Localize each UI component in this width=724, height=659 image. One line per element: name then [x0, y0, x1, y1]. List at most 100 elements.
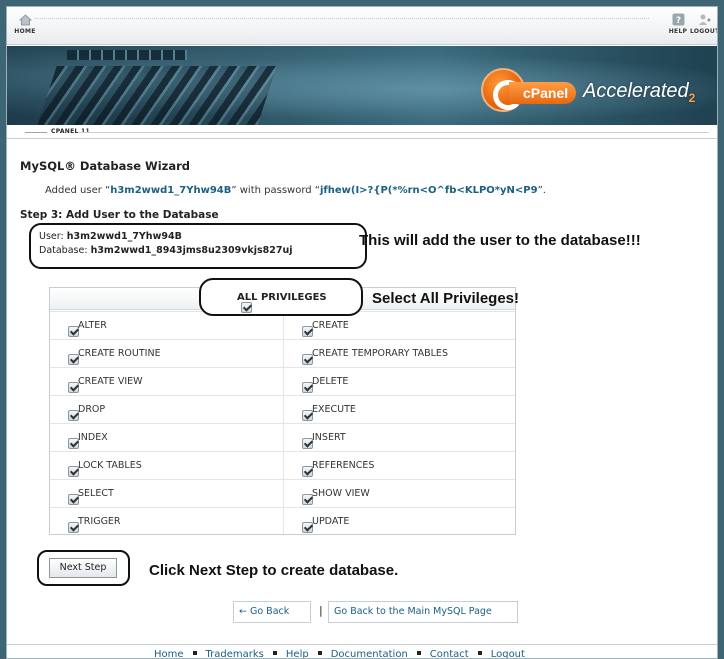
- footer-separator: [416, 651, 421, 655]
- database-label: Database:: [39, 245, 88, 256]
- main-mysql-page-link[interactable]: Go Back to the Main MySQL Page: [328, 601, 518, 623]
- footer-separator: [192, 651, 197, 655]
- annotation-add-user: This will add the user to the database!!…: [359, 232, 641, 249]
- privilege-cell[interactable]: CREATE VIEW: [50, 368, 282, 396]
- footer-link[interactable]: Contact: [430, 649, 469, 658]
- privilege-row: CREATE ROUTINE CREATE TEMPORARY TABLES: [50, 339, 515, 368]
- help-button[interactable]: ? HELP: [667, 13, 689, 35]
- database-row: Database: h3m2wwd1_8943jms8u2309vkjs827u…: [39, 245, 293, 256]
- privilege-label: CREATE ROUTINE: [78, 348, 161, 359]
- privilege-cell[interactable]: EXECUTE: [283, 396, 515, 424]
- privilege-cell[interactable]: ALTER: [50, 312, 282, 340]
- privilege-cell[interactable]: TRIGGER: [50, 508, 282, 536]
- nav-divider: [35, 18, 649, 19]
- accelerated-logo-text: Accelerated2: [583, 80, 695, 105]
- privilege-cell[interactable]: LOCK TABLES: [50, 452, 282, 480]
- privilege-label: UPDATE: [312, 516, 350, 527]
- home-label: HOME: [14, 28, 36, 35]
- added-mid: ” with password “: [231, 185, 320, 196]
- privilege-cell[interactable]: REFERENCES: [283, 452, 515, 480]
- privilege-row: SELECT SHOW VIEW: [50, 479, 515, 508]
- version-line-right: [79, 132, 709, 133]
- privilege-cell[interactable]: CREATE TEMPORARY TABLES: [283, 340, 515, 368]
- privilege-label: DROP: [78, 404, 106, 415]
- page-title: MySQL® Database Wizard: [20, 159, 191, 173]
- privilege-label: CREATE TEMPORARY TABLES: [312, 348, 448, 359]
- privilege-label: CREATE: [312, 320, 349, 331]
- svg-text:?: ?: [675, 16, 680, 26]
- all-privileges-box: ALL PRIVILEGES: [199, 278, 363, 316]
- accelerated-word: Accelerated: [583, 80, 689, 102]
- privilege-label: INSERT: [312, 432, 346, 443]
- privilege-cell[interactable]: SELECT: [50, 480, 282, 508]
- footer-link[interactable]: Trademarks: [206, 649, 264, 658]
- version-line-left: [25, 132, 47, 133]
- home-icon: [18, 14, 32, 26]
- user-database-box: User: h3m2wwd1_7Yhw94B Database: h3m2wwd…: [29, 223, 367, 269]
- footer-link[interactable]: Help: [286, 649, 309, 658]
- top-navigation: HOME ? HELP LOGOUT: [7, 7, 718, 45]
- privilege-cell[interactable]: CREATE ROUTINE: [50, 340, 282, 368]
- privilege-cell[interactable]: DELETE: [283, 368, 515, 396]
- footer-link[interactable]: Logout: [491, 649, 525, 658]
- privilege-cell[interactable]: INDEX: [50, 424, 282, 452]
- all-privileges-checkbox[interactable]: [241, 302, 252, 313]
- added-password: jfhew(I>?{P(*%rn<O^fb<KLPO*yN<P9: [319, 185, 538, 196]
- privilege-label: TRIGGER: [78, 516, 121, 527]
- logout-button[interactable]: LOGOUT: [690, 13, 718, 35]
- privilege-label: EXECUTE: [312, 404, 356, 415]
- added-username: h3m2wwd1_7Yhw94B: [110, 185, 232, 196]
- all-privileges-label[interactable]: ALL PRIVILEGES: [237, 292, 327, 303]
- logout-label: LOGOUT: [690, 28, 718, 35]
- accelerated-version: 2: [688, 91, 696, 105]
- footer-separator: [317, 651, 322, 655]
- privilege-row: DROP EXECUTE: [50, 395, 515, 424]
- go-back-link[interactable]: ← Go Back: [233, 601, 311, 623]
- added-user-message: Added user “h3m2wwd1_7Yhw94B” with passw…: [45, 185, 546, 196]
- banner-cables-graphic: [37, 66, 277, 125]
- link-separator: |: [319, 604, 323, 617]
- privilege-label: SHOW VIEW: [312, 488, 370, 499]
- home-button[interactable]: HOME: [13, 13, 37, 35]
- footer-separator: [477, 651, 482, 655]
- step-title: Step 3: Add User to the Database: [20, 209, 219, 221]
- next-step-button[interactable]: Next Step: [49, 558, 117, 578]
- privilege-cell[interactable]: UPDATE: [283, 508, 515, 536]
- help-icon: ?: [672, 13, 684, 26]
- privilege-label: ALTER: [78, 320, 107, 331]
- cpanel-banner: cPanel Accelerated2: [7, 46, 717, 125]
- privilege-label: INDEX: [78, 432, 108, 443]
- banner-ports-graphic: [67, 50, 187, 60]
- logout-icon: [698, 14, 711, 25]
- footer-link[interactable]: Documentation: [331, 649, 408, 658]
- privilege-label: SELECT: [78, 488, 114, 499]
- privilege-cell[interactable]: INSERT: [283, 424, 515, 452]
- privilege-label: LOCK TABLES: [78, 460, 142, 471]
- footer-link[interactable]: Home: [154, 649, 184, 658]
- privileges-table: ALTER CREATE CREATE ROUTINE CREATE TEMPORAR…: [49, 287, 516, 536]
- footer: Home Trademarks Help Documentation Contact Lo…: [7, 644, 717, 658]
- footer-separator: [272, 651, 277, 655]
- cpanel-logo-text: cPanel: [509, 82, 577, 104]
- privilege-cell[interactable]: SHOW VIEW: [283, 480, 515, 508]
- privilege-label: REFERENCES: [312, 460, 375, 471]
- footer-links: Home Trademarks Help Documentation Contact Lo…: [154, 649, 525, 658]
- privilege-row: LOCK TABLES REFERENCES: [50, 451, 515, 480]
- annotation-select-all: Select All Privileges!: [372, 290, 520, 307]
- privilege-cell[interactable]: DROP: [50, 396, 282, 424]
- added-prefix: Added user “: [45, 185, 111, 196]
- next-step-highlight: Next Step: [37, 550, 130, 586]
- privilege-label: CREATE VIEW: [78, 376, 143, 387]
- annotation-next-step: Click Next Step to create database.: [149, 562, 399, 579]
- database-value: h3m2wwd1_8943jms8u2309vkjs827uj: [90, 245, 293, 256]
- added-suffix: ”.: [537, 185, 546, 196]
- version-bar: CPANEL 11: [7, 125, 717, 139]
- privilege-cell[interactable]: CREATE: [283, 312, 515, 340]
- privilege-row: TRIGGER UPDATE: [50, 507, 515, 536]
- user-value: h3m2wwd1_7Yhw94B: [66, 231, 182, 242]
- user-row: User: h3m2wwd1_7Yhw94B: [39, 231, 182, 242]
- privilege-label: DELETE: [312, 376, 349, 387]
- privilege-row: INDEX INSERT: [50, 423, 515, 452]
- privilege-row: CREATE VIEW DELETE: [50, 367, 515, 396]
- cpanel-window: HOME ? HELP LOGOUT cPanel Accelerated2 C…: [6, 6, 718, 659]
